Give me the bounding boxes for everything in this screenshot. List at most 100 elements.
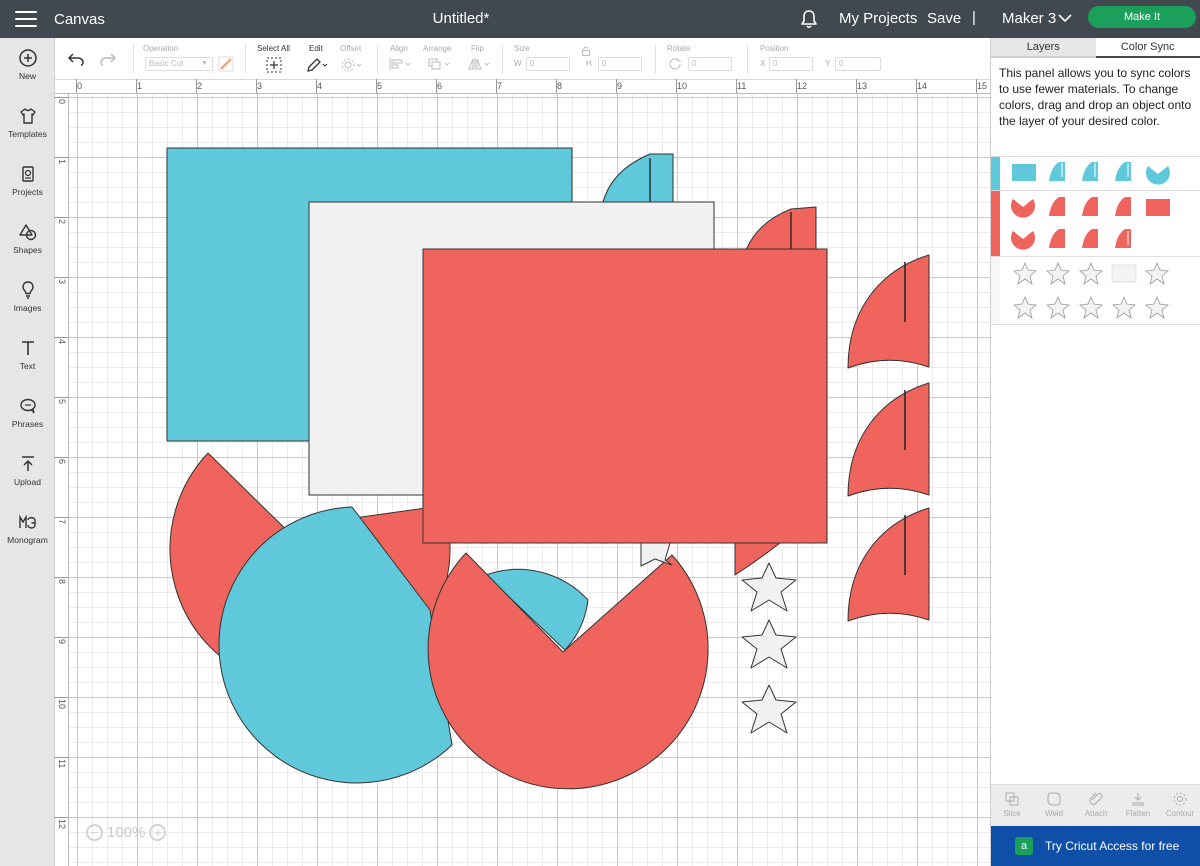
- machine-selector[interactable]: Maker 3: [1002, 10, 1056, 27]
- thumb-star[interactable]: [1046, 261, 1070, 285]
- redo-icon[interactable]: [99, 52, 117, 66]
- ruler-tick-label: 0: [77, 81, 83, 91]
- sidebar-item-new[interactable]: New: [0, 48, 55, 98]
- tab-layers[interactable]: Layers: [991, 38, 1096, 58]
- star-shape[interactable]: [741, 562, 797, 612]
- ruler-tick: [256, 79, 257, 93]
- select-all-icon[interactable]: [266, 57, 282, 73]
- offset-icon[interactable]: [340, 57, 364, 73]
- sidebar-item-label: Projects: [12, 187, 43, 197]
- thumb-rectangle[interactable]: [1111, 264, 1137, 283]
- flatten-button[interactable]: Flatten: [1117, 785, 1159, 826]
- notification-bell-icon[interactable]: [800, 9, 818, 29]
- color-group-red[interactable]: [991, 190, 1200, 256]
- flip-icon[interactable]: [467, 57, 493, 71]
- weld-button[interactable]: Weld: [1033, 785, 1075, 826]
- height-input[interactable]: 0: [598, 57, 642, 71]
- sidebar-item-monogram[interactable]: Monogram: [0, 512, 55, 562]
- ruler-tick: [76, 79, 77, 93]
- thumb-rectangle[interactable]: [1146, 199, 1170, 216]
- make-it-button[interactable]: Make It: [1088, 6, 1196, 28]
- thumb-star[interactable]: [1079, 261, 1103, 285]
- ruler-tick: [376, 79, 377, 93]
- sidebar-item-text[interactable]: Text: [0, 338, 55, 388]
- thumb-star[interactable]: [1145, 261, 1169, 285]
- ruler-tick: [54, 457, 68, 458]
- my-projects-link[interactable]: My Projects: [839, 10, 917, 27]
- save-button[interactable]: Save: [927, 10, 961, 27]
- width-input[interactable]: 0: [526, 57, 570, 71]
- red-rectangle[interactable]: [422, 248, 828, 544]
- rotate-input[interactable]: 0: [688, 57, 732, 71]
- sidebar-item-images[interactable]: Images: [0, 280, 55, 330]
- x-position-input[interactable]: 0: [769, 57, 813, 71]
- arrange-icon[interactable]: [427, 57, 453, 71]
- thumb-star[interactable]: [1145, 295, 1169, 319]
- align-icon[interactable]: [388, 57, 414, 71]
- pen-color-icon[interactable]: [218, 56, 234, 72]
- thumb-star[interactable]: [1013, 261, 1037, 285]
- thumb-wedge[interactable]: [1049, 197, 1065, 216]
- operation-select[interactable]: Basic Cut ▼: [145, 57, 213, 71]
- thumb-wedge[interactable]: [1049, 162, 1065, 181]
- zoom-out-icon[interactable]: −: [86, 824, 103, 841]
- sidebar-item-projects[interactable]: Projects: [0, 164, 55, 214]
- color-group-blue[interactable]: [991, 156, 1200, 190]
- thumb-circle[interactable]: [1011, 231, 1035, 250]
- ruler-tick: [616, 79, 617, 93]
- design-canvas[interactable]: [69, 94, 990, 866]
- blue-circle-wedge[interactable]: [602, 153, 674, 203]
- red-wedge-bottom[interactable]: [734, 542, 781, 576]
- thumb-star[interactable]: [1079, 295, 1103, 319]
- contour-button[interactable]: Contour: [1159, 785, 1200, 826]
- rotate-icon[interactable]: [667, 57, 683, 71]
- red-wedge-top[interactable]: [745, 206, 817, 251]
- thumb-circle[interactable]: [1146, 166, 1170, 185]
- ruler-tick: [54, 277, 68, 278]
- star-shape[interactable]: [741, 684, 797, 734]
- thumb-wedge[interactable]: [1082, 197, 1098, 216]
- sidebar-item-label: Upload: [14, 477, 41, 487]
- star-shape[interactable]: [741, 619, 797, 669]
- thumb-star[interactable]: [1112, 295, 1136, 319]
- thumb-rectangle[interactable]: [1012, 164, 1036, 181]
- thumb-wedge[interactable]: [1082, 162, 1098, 181]
- thumb-star[interactable]: [1013, 295, 1037, 319]
- slice-button[interactable]: Slice: [991, 785, 1033, 826]
- ruler-tick: [136, 79, 137, 93]
- document-title[interactable]: Untitled*: [0, 10, 922, 27]
- color-group-white[interactable]: [991, 256, 1200, 324]
- sidebar-item-templates[interactable]: Templates: [0, 106, 55, 156]
- red-wedge-shape[interactable]: [847, 254, 930, 369]
- thumb-wedge[interactable]: [1115, 162, 1131, 181]
- contour-icon: [1173, 792, 1187, 806]
- chevron-down-icon[interactable]: [1058, 13, 1072, 23]
- position-label: Position: [760, 44, 789, 53]
- edit-pen-icon[interactable]: [305, 57, 329, 73]
- height-label: H: [586, 59, 592, 68]
- thumb-wedge[interactable]: [1082, 229, 1098, 248]
- monogram-icon: [18, 514, 36, 529]
- white-star-partial[interactable]: [640, 542, 673, 567]
- red-wedge-shape[interactable]: [847, 507, 930, 622]
- thumb-star[interactable]: [1046, 295, 1070, 319]
- sidebar-item-label: Images: [13, 303, 42, 313]
- cricut-design-space: Canvas Untitled* My Projects Save | Make…: [0, 0, 1200, 866]
- thumb-wedge[interactable]: [1115, 229, 1131, 248]
- zoom-in-icon[interactable]: +: [149, 824, 167, 841]
- tab-color-sync[interactable]: Color Sync: [1095, 38, 1200, 58]
- sidebar-item-upload[interactable]: Upload: [0, 454, 55, 504]
- cricut-access-banner[interactable]: a Try Cricut Access for free: [991, 826, 1200, 866]
- lock-icon[interactable]: [581, 46, 591, 56]
- undo-icon[interactable]: [67, 52, 85, 66]
- thumb-wedge[interactable]: [1115, 197, 1131, 216]
- divider: [245, 44, 246, 74]
- ruler-tick-label: 3: [257, 81, 263, 91]
- attach-button[interactable]: Attach: [1075, 785, 1117, 826]
- sidebar-item-phrases[interactable]: Phrases: [0, 396, 55, 446]
- y-position-input[interactable]: 0: [835, 57, 881, 71]
- red-wedge-shape[interactable]: [847, 382, 930, 497]
- thumb-wedge[interactable]: [1049, 229, 1065, 248]
- thumb-circle[interactable]: [1011, 199, 1035, 218]
- sidebar-item-shapes[interactable]: Shapes: [0, 222, 55, 272]
